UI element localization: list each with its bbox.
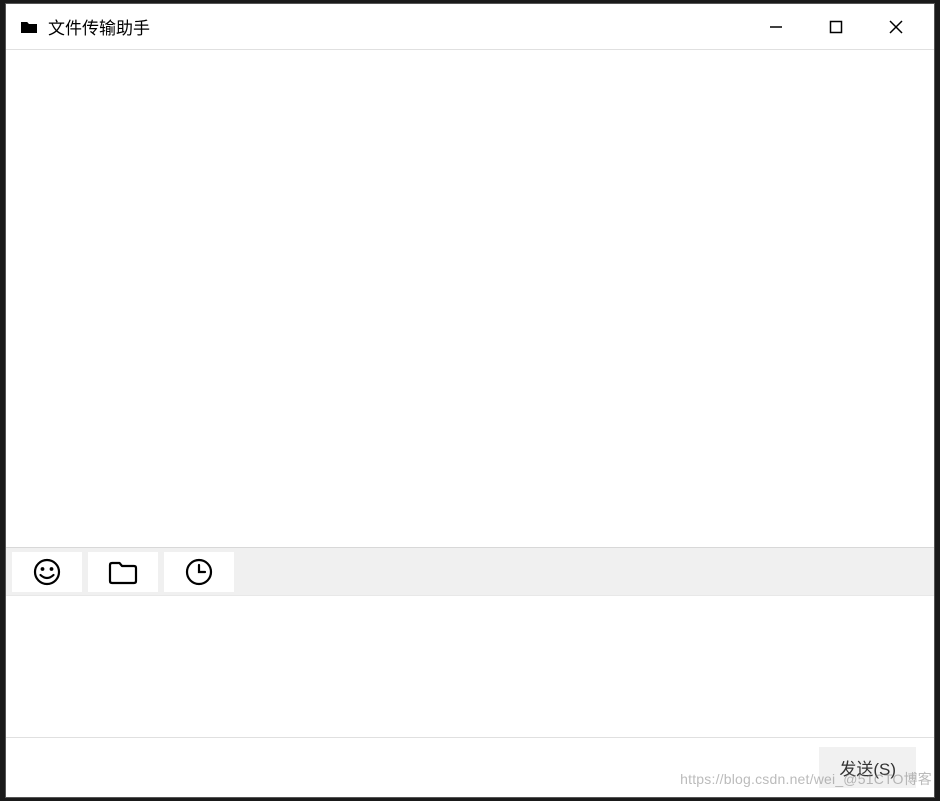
folder-app-icon [20,20,38,34]
clock-icon [184,557,214,587]
window-title: 文件传输助手 [48,14,150,39]
folder-icon [107,558,139,586]
send-bar: 发送(S) [6,737,934,797]
maximize-button[interactable] [806,4,866,50]
emoji-button[interactable] [12,552,82,592]
input-toolbar [6,547,934,595]
titlebar: 文件传输助手 [6,4,934,50]
message-input[interactable] [6,596,934,737]
close-button[interactable] [866,4,926,50]
chat-window: 文件传输助手 [5,3,935,798]
send-file-button[interactable] [88,552,158,592]
emoji-icon [32,557,62,587]
chat-history-button[interactable] [164,552,234,592]
send-button[interactable]: 发送(S) [819,747,916,788]
minimize-button[interactable] [746,4,806,50]
message-input-area [6,595,934,737]
chat-history-panel [6,50,934,547]
